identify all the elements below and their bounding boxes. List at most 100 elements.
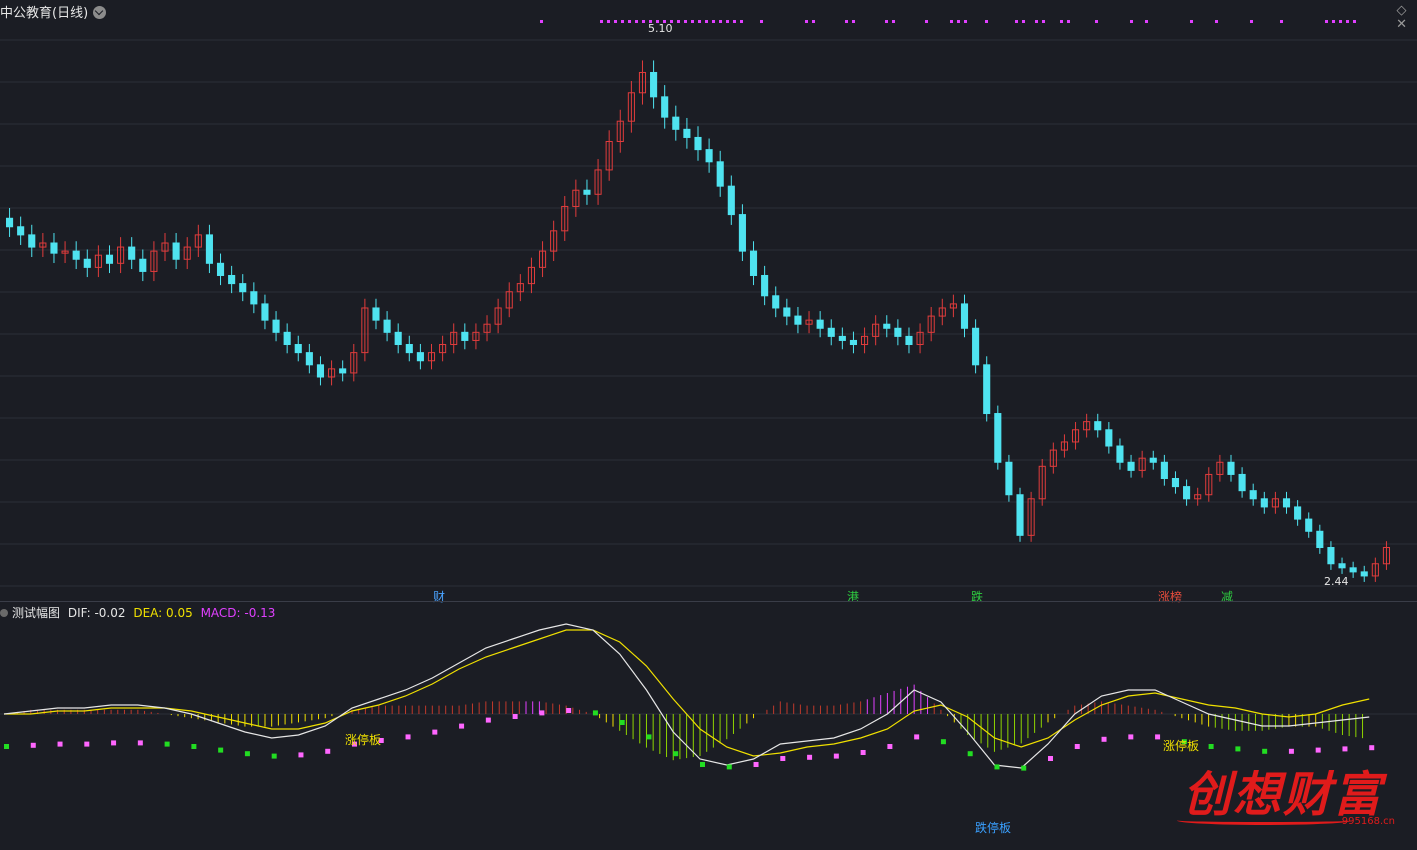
chevron-down-icon[interactable] bbox=[93, 6, 107, 19]
limit-up-tag-2: 涨停板 bbox=[1163, 739, 1200, 753]
stock-title-bar[interactable]: 中公教育(日线) bbox=[0, 2, 107, 22]
candle-body bbox=[1260, 498, 1268, 508]
signal-dot bbox=[1215, 20, 1218, 23]
trail-block bbox=[164, 741, 170, 747]
candlestick-svg[interactable] bbox=[0, 0, 1417, 604]
candle-body bbox=[716, 161, 724, 187]
event-marker-zhangbang[interactable]: 涨榜 bbox=[1157, 588, 1183, 605]
event-marker-gang[interactable]: 港 bbox=[846, 588, 860, 605]
candle-body bbox=[372, 307, 380, 321]
panel-divider[interactable] bbox=[0, 601, 1417, 602]
signal-dot bbox=[1250, 20, 1253, 23]
candle-body bbox=[72, 250, 80, 260]
trail-block bbox=[860, 750, 866, 755]
signal-dot bbox=[540, 20, 543, 23]
candle-body bbox=[894, 327, 902, 337]
signal-dot bbox=[712, 20, 715, 23]
trail-block bbox=[1155, 734, 1161, 740]
candle-body bbox=[583, 189, 591, 195]
price-low-label: 2.44 bbox=[1324, 575, 1349, 588]
candle-body bbox=[461, 331, 469, 341]
candle-body bbox=[272, 319, 280, 333]
event-marker-die[interactable]: 跌 bbox=[970, 588, 984, 605]
signal-dot bbox=[705, 20, 708, 23]
signal-dot bbox=[628, 20, 631, 23]
trail-block bbox=[646, 734, 652, 740]
signal-dot bbox=[614, 20, 617, 23]
candle-body bbox=[261, 303, 269, 321]
candle-body bbox=[1227, 461, 1235, 475]
trail-block bbox=[780, 756, 786, 761]
candle-body bbox=[283, 331, 291, 346]
candle-body bbox=[172, 242, 180, 260]
signal-dot bbox=[726, 20, 729, 23]
signal-dot bbox=[812, 20, 815, 23]
signal-dot bbox=[1353, 20, 1356, 23]
trail-block bbox=[485, 717, 491, 723]
trail-block bbox=[726, 764, 732, 770]
candlestick-chart[interactable] bbox=[0, 0, 1417, 604]
candle-body bbox=[1316, 530, 1324, 549]
trail-block bbox=[592, 710, 598, 716]
trail-block bbox=[619, 720, 625, 725]
trail-block bbox=[1235, 746, 1241, 752]
signal-dot bbox=[719, 20, 722, 23]
signal-dot bbox=[845, 20, 848, 23]
trail-block bbox=[1208, 744, 1214, 749]
trail-block bbox=[325, 748, 331, 754]
candle-body bbox=[1249, 490, 1257, 500]
candle-body bbox=[749, 250, 758, 276]
candle-body bbox=[239, 283, 247, 293]
candle-body bbox=[661, 96, 669, 118]
candle-body bbox=[838, 335, 846, 341]
signal-dot bbox=[1332, 20, 1335, 23]
trail-block bbox=[1315, 747, 1321, 753]
candle-body bbox=[339, 368, 347, 374]
trail-block bbox=[887, 744, 893, 749]
trail-block bbox=[1369, 745, 1375, 751]
event-marker-cai[interactable]: 财 bbox=[432, 588, 446, 605]
signal-dot bbox=[1346, 20, 1349, 23]
close-icon[interactable]: ✕ bbox=[1396, 18, 1407, 32]
candle-body bbox=[83, 258, 91, 268]
signal-dot bbox=[600, 20, 603, 23]
candle-body bbox=[1338, 563, 1346, 569]
candle-body bbox=[849, 339, 858, 346]
candle-body bbox=[783, 307, 791, 317]
signal-dot bbox=[691, 20, 694, 23]
candle-body bbox=[383, 319, 391, 333]
candle-body bbox=[294, 344, 302, 354]
signal-dot bbox=[621, 20, 624, 23]
candle-body bbox=[972, 327, 980, 366]
candle-body bbox=[1294, 506, 1302, 520]
event-marker-jian[interactable]: 减 bbox=[1220, 588, 1234, 605]
trail-block bbox=[1074, 744, 1080, 749]
candle-body bbox=[216, 262, 225, 276]
candle-body bbox=[772, 295, 780, 309]
candle-body bbox=[1094, 421, 1102, 431]
trail-block bbox=[432, 729, 438, 735]
signal-dot bbox=[892, 20, 895, 23]
trail-block bbox=[459, 723, 465, 729]
candle-body bbox=[405, 344, 413, 354]
candle-body bbox=[394, 331, 402, 346]
signal-dot bbox=[852, 20, 855, 23]
candle-body bbox=[816, 319, 824, 329]
diamond-icon[interactable]: ◇ bbox=[1396, 4, 1407, 18]
signal-dot bbox=[1190, 20, 1193, 23]
signal-dot bbox=[635, 20, 638, 23]
candle-body bbox=[694, 136, 702, 151]
candle-body bbox=[128, 246, 136, 260]
candle-body bbox=[672, 116, 680, 130]
trail-block bbox=[1288, 748, 1294, 754]
trail-block bbox=[244, 751, 250, 757]
trail-block bbox=[833, 753, 839, 759]
candle-body bbox=[1327, 547, 1335, 565]
candle-body bbox=[1238, 473, 1246, 492]
signal-dot bbox=[684, 20, 687, 23]
signal-dot bbox=[1130, 20, 1133, 23]
candle-body bbox=[416, 352, 424, 362]
candle-body bbox=[727, 185, 735, 216]
signal-dot bbox=[1095, 20, 1098, 23]
watermark-logo: 创想财富 995168.cn bbox=[1175, 755, 1415, 835]
